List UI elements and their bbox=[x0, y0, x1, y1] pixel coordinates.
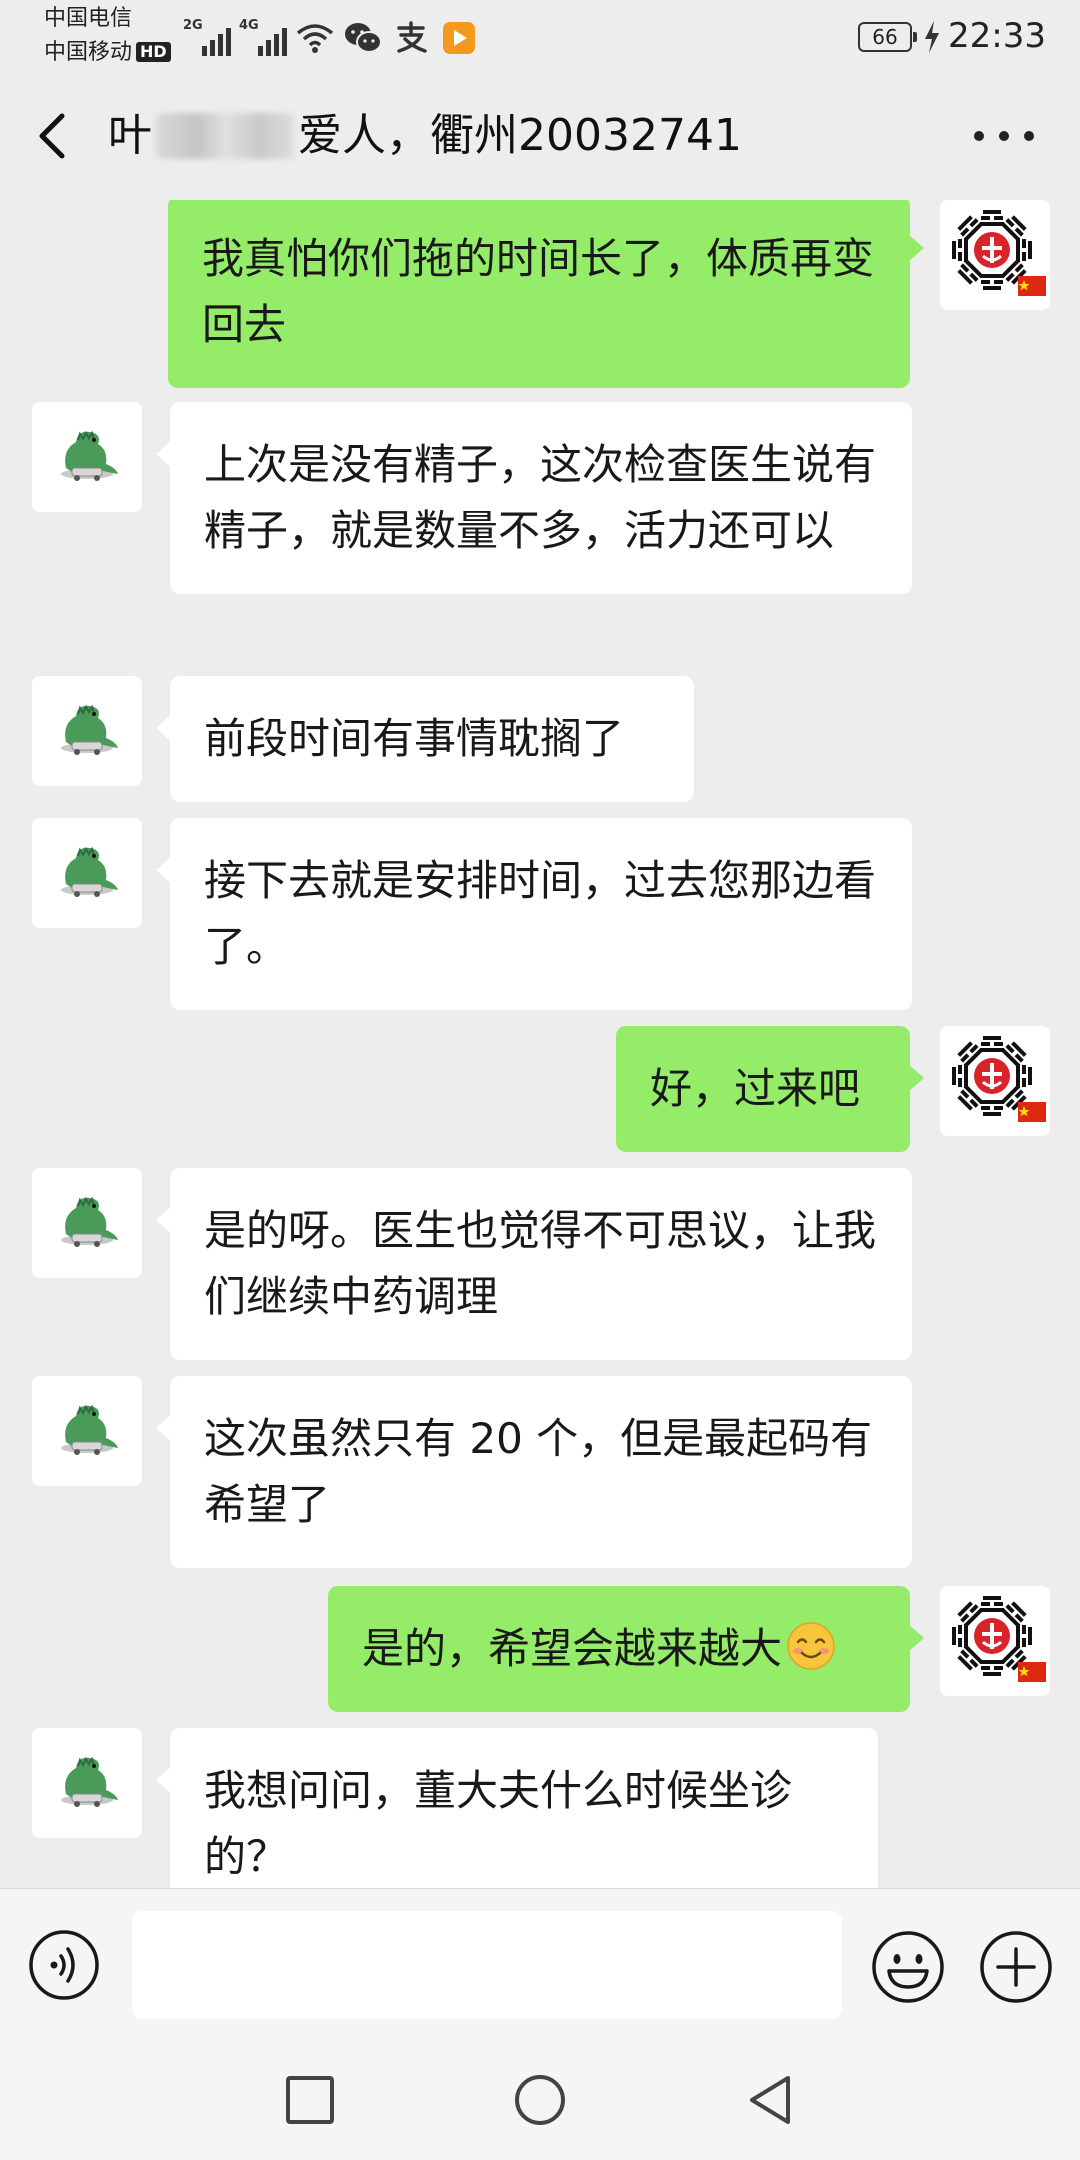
message-bubble-incoming[interactable]: 接下去就是安排时间，过去您那边看了。 bbox=[156, 818, 912, 1010]
redacted-name-blur bbox=[156, 113, 294, 159]
wifi-icon bbox=[295, 18, 335, 58]
message-bubble-incoming[interactable]: 前段时间有事情耽搁了 bbox=[156, 676, 694, 802]
home-button[interactable] bbox=[512, 2072, 568, 2128]
status-icons: 2G 4G bbox=[183, 14, 479, 58]
circle-icon bbox=[515, 2075, 565, 2125]
my-avatar[interactable] bbox=[940, 1586, 1050, 1696]
bagua-logo-icon bbox=[940, 1026, 1050, 1136]
carrier-1-label: 中国电信 bbox=[44, 6, 133, 31]
chevron-left-icon bbox=[39, 113, 65, 159]
message-bubble-outgoing[interactable]: 我真怕你们拖的时间长了，体质再变回去 bbox=[168, 200, 924, 388]
bagua-logo-icon bbox=[940, 1586, 1050, 1696]
status-bar: 中国电信 中国移动 HD 2G 4G 66 22:33 bbox=[0, 0, 1080, 72]
dinosaur-avatar-icon bbox=[32, 402, 142, 512]
contact-avatar[interactable] bbox=[32, 1728, 142, 1838]
message-bubble-incoming[interactable]: 上次是没有精子，这次检查医生说有精子，就是数量不多，活力还可以 bbox=[156, 402, 912, 594]
chat-title-suffix: 爱人，衢州20032741 bbox=[298, 110, 742, 161]
my-avatar[interactable] bbox=[940, 1026, 1050, 1136]
signal-icon: 4G bbox=[239, 18, 287, 58]
voice-button[interactable] bbox=[28, 1929, 100, 2001]
charging-icon bbox=[925, 21, 939, 53]
more-dots-icon bbox=[974, 131, 984, 141]
bagua-logo-icon bbox=[940, 200, 1050, 310]
more-options-button[interactable] bbox=[974, 124, 1034, 148]
my-avatar[interactable] bbox=[940, 200, 1050, 310]
battery-icon: 66 bbox=[858, 22, 917, 52]
network-type-label: 4G bbox=[239, 18, 259, 33]
more-functions-button[interactable] bbox=[978, 1929, 1054, 2005]
dinosaur-avatar-icon bbox=[32, 1376, 142, 1486]
carrier-2-label: 中国移动 HD bbox=[44, 40, 171, 66]
more-dots-icon bbox=[1024, 131, 1034, 141]
triangle-back-icon bbox=[750, 2076, 790, 2124]
contact-avatar[interactable] bbox=[32, 676, 142, 786]
hd-badge: HD bbox=[136, 42, 171, 62]
voice-icon bbox=[29, 1930, 99, 2000]
contact-avatar[interactable] bbox=[32, 818, 142, 928]
dinosaur-avatar-icon bbox=[32, 1168, 142, 1278]
message-bubble-incoming[interactable]: 这次虽然只有 20 个，但是最起码有希望了 bbox=[156, 1376, 912, 1568]
contact-avatar[interactable] bbox=[32, 1168, 142, 1278]
signal-icon: 2G bbox=[183, 18, 231, 58]
chat-header: 叶 爱人，衢州20032741 bbox=[0, 72, 1080, 200]
square-icon bbox=[286, 2076, 334, 2124]
back-nav-button[interactable] bbox=[742, 2072, 798, 2128]
network-type-label: 2G bbox=[183, 18, 203, 33]
smile-blush-emoji-icon bbox=[787, 1622, 835, 1670]
more-dots-icon bbox=[999, 131, 1009, 141]
message-bubble-incoming[interactable]: 是的呀。医生也觉得不可思议，让我们继续中药调理 bbox=[156, 1168, 912, 1360]
dinosaur-avatar-icon bbox=[32, 818, 142, 928]
input-bar bbox=[0, 1888, 1080, 2030]
contact-avatar[interactable] bbox=[32, 402, 142, 512]
carrier-2-name: 中国移动 bbox=[44, 40, 133, 65]
message-bubble-outgoing[interactable]: 是的，希望会越来越大 bbox=[328, 1586, 924, 1712]
contact-avatar[interactable] bbox=[32, 1376, 142, 1486]
emoji-icon bbox=[872, 1931, 944, 2003]
message-text: 是的，希望会越来越大 bbox=[362, 1624, 783, 1673]
emoji-button[interactable] bbox=[870, 1929, 946, 2005]
message-input[interactable] bbox=[132, 1911, 842, 2019]
wechat-icon bbox=[343, 18, 383, 58]
system-navigation-bar bbox=[0, 2030, 1080, 2160]
message-list[interactable]: 我真怕你们拖的时间长了，体质再变回去 上次是没有精子，这次检查医生说有精子，就是… bbox=[0, 200, 1080, 1888]
back-button[interactable] bbox=[30, 108, 78, 164]
plus-icon bbox=[980, 1931, 1052, 2003]
message-bubble-outgoing[interactable]: 好，过来吧 bbox=[616, 1026, 924, 1152]
alipay-icon bbox=[391, 18, 431, 58]
video-app-icon bbox=[439, 18, 479, 58]
message-bubble-incoming[interactable]: 我想问问，董大夫什么时候坐诊的？ bbox=[156, 1728, 878, 1888]
chat-title: 叶 爱人，衢州20032741 bbox=[108, 108, 742, 164]
chat-title-prefix: 叶 bbox=[108, 110, 152, 161]
recent-apps-button[interactable] bbox=[282, 2072, 338, 2128]
dinosaur-avatar-icon bbox=[32, 676, 142, 786]
clock: 22:33 bbox=[948, 16, 1046, 56]
dinosaur-avatar-icon bbox=[32, 1728, 142, 1838]
